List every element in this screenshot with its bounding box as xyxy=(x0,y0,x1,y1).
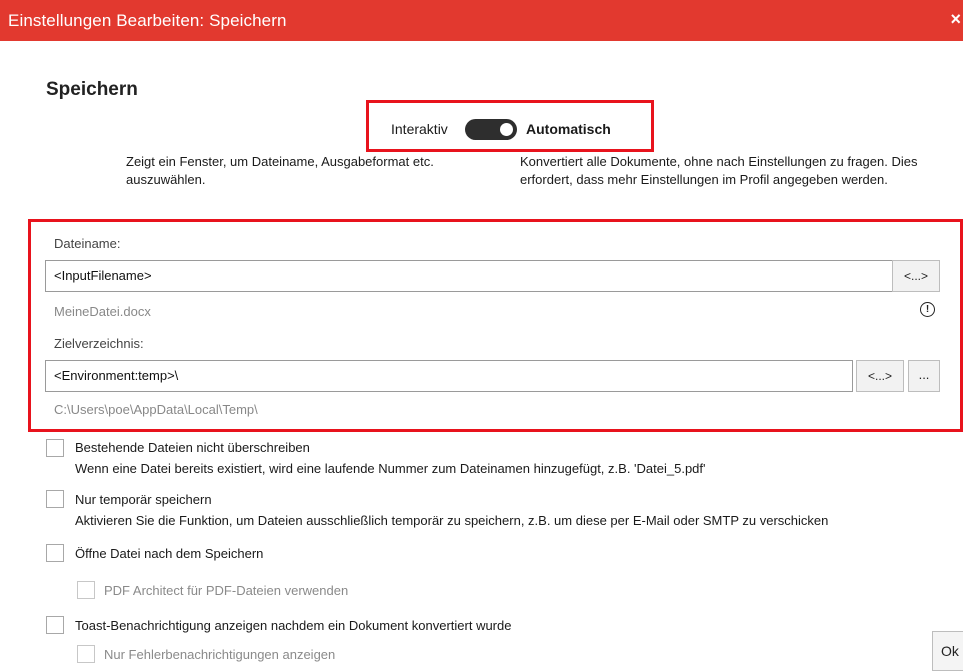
window-title: Einstellungen Bearbeiten: Speichern xyxy=(8,11,287,30)
overwrite-description: Wenn eine Datei bereits existiert, wird … xyxy=(75,461,706,476)
toast-notification-label: Toast-Benachrichtigung anzeigen nachdem … xyxy=(75,618,512,633)
pdf-architect-checkbox[interactable] xyxy=(77,581,95,599)
browse-folder-button[interactable]: ... xyxy=(908,360,940,392)
temp-save-label: Nur temporär speichern xyxy=(75,492,212,507)
toggle-knob xyxy=(500,123,513,136)
directory-token-button[interactable]: <...> xyxy=(856,360,904,392)
section-heading: Speichern xyxy=(46,79,138,100)
desc-interactive: Zeigt ein Fenster, um Dateiname, Ausgabe… xyxy=(126,154,434,187)
mode-toggle-switch[interactable] xyxy=(465,119,517,140)
filename-token-button[interactable]: <...> xyxy=(892,260,940,292)
temp-save-checkbox[interactable] xyxy=(46,490,64,508)
overwrite-checkbox[interactable] xyxy=(46,439,64,457)
directory-input[interactable]: <Environment:temp>\ xyxy=(45,360,853,392)
window-titlebar: Einstellungen Bearbeiten: Speichern × xyxy=(0,0,963,41)
warning-icon: ! xyxy=(920,302,935,317)
temp-save-description: Aktivieren Sie die Funktion, um Dateien … xyxy=(75,513,829,528)
close-icon[interactable]: × xyxy=(950,9,961,30)
ok-button[interactable]: Ok xyxy=(932,631,963,671)
filename-input[interactable]: <InputFilename> xyxy=(45,260,893,292)
errors-only-checkbox[interactable] xyxy=(77,645,95,663)
open-after-save-checkbox[interactable] xyxy=(46,544,64,562)
directory-preview: C:\Users\poe\AppData\Local\Temp\ xyxy=(54,402,258,417)
errors-only-label: Nur Fehlerbenachrichtigungen anzeigen xyxy=(104,647,336,662)
toggle-label-automatic: Automatisch xyxy=(526,121,611,137)
toggle-label-interactive: Interaktiv xyxy=(391,121,448,137)
filename-label: Dateiname: xyxy=(54,236,121,251)
filename-preview: MeineDatei.docx xyxy=(54,304,151,319)
toast-notification-checkbox[interactable] xyxy=(46,616,64,634)
fields-highlight-box xyxy=(28,219,963,432)
overwrite-label: Bestehende Dateien nicht überschreiben xyxy=(75,440,310,455)
open-after-save-label: Öffne Datei nach dem Speichern xyxy=(75,546,264,561)
directory-label: Zielverzeichnis: xyxy=(54,336,144,351)
pdf-architect-label: PDF Architect für PDF-Dateien verwenden xyxy=(104,583,349,598)
desc-automatic: Konvertiert alle Dokumente, ohne nach Ei… xyxy=(520,154,918,187)
